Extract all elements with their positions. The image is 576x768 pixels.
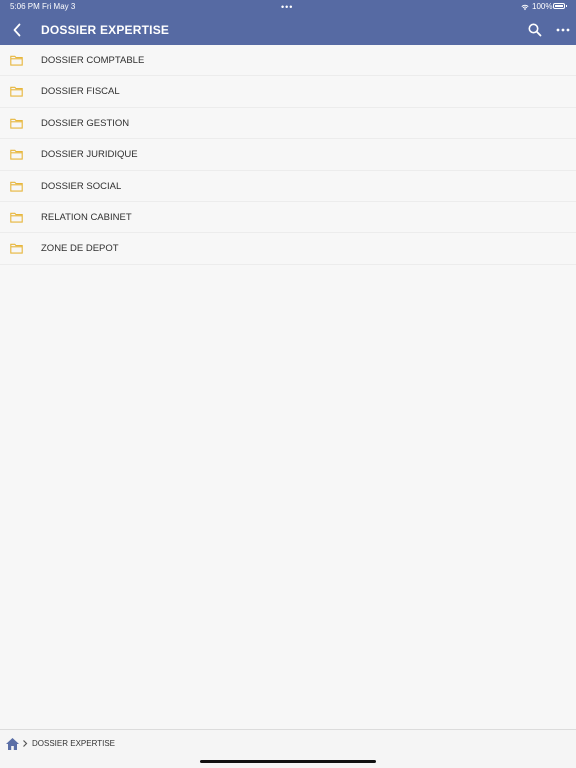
list-item[interactable]: ZONE DE DEPOT [0, 233, 576, 265]
folder-name: DOSSIER JURIDIQUE [41, 149, 138, 161]
list-item[interactable]: DOSSIER FISCAL [0, 76, 576, 108]
search-button[interactable] [527, 22, 543, 38]
folder-icon [10, 118, 23, 129]
status-date: Fri May 3 [42, 2, 76, 11]
folder-icon [10, 244, 23, 254]
folder-name: DOSSIER SOCIAL [41, 180, 122, 192]
top-bar: 5:06 PM Fri May 3 ••• 100% DOSSIER EXPER… [0, 0, 576, 45]
search-icon [528, 23, 542, 37]
multitasking-dots[interactable]: ••• [281, 0, 293, 14]
folder-icon [10, 149, 23, 160]
folder-icon [10, 55, 23, 66]
list-item[interactable]: DOSSIER COMPTABLE [0, 45, 576, 77]
folder-list: DOSSIER COMPTABLE DOSSIER FISCAL DOSSIER… [0, 45, 576, 265]
folder-icon [10, 181, 23, 192]
folder-icon [10, 87, 23, 98]
folder-name: DOSSIER COMPTABLE [41, 55, 145, 66]
list-item[interactable]: RELATION CABINET [0, 201, 576, 234]
list-item[interactable]: DOSSIER SOCIAL [0, 170, 576, 202]
more-button[interactable] [555, 22, 571, 38]
status-time: 5:06 PM [10, 2, 40, 11]
folder-name: RELATION CABINET [41, 211, 132, 223]
more-icon [556, 28, 570, 32]
folder-name: DOSSIER GESTION [41, 117, 130, 129]
battery-percent: 100% [532, 2, 553, 11]
chevron-right-icon [23, 740, 28, 747]
back-chevron-icon [13, 23, 21, 37]
folder-name: DOSSIER FISCAL [41, 86, 120, 98]
list-item[interactable]: DOSSIER JURIDIQUE [0, 139, 576, 171]
folder-name: ZONE DE DEPOT [41, 243, 119, 255]
home-icon[interactable] [5, 737, 20, 751]
status-bar: 5:06 PM Fri May 3 ••• 100% [0, 0, 576, 14]
battery-icon [553, 3, 567, 9]
back-button[interactable] [9, 21, 25, 39]
home-indicator[interactable] [200, 760, 376, 763]
page-title: DOSSIER EXPERTISE [41, 23, 170, 37]
breadcrumb-current: DOSSIER EXPERTISE [32, 739, 115, 748]
wifi-icon [521, 4, 529, 11]
list-item[interactable]: DOSSIER GESTION [0, 107, 576, 140]
folder-icon [10, 212, 23, 223]
